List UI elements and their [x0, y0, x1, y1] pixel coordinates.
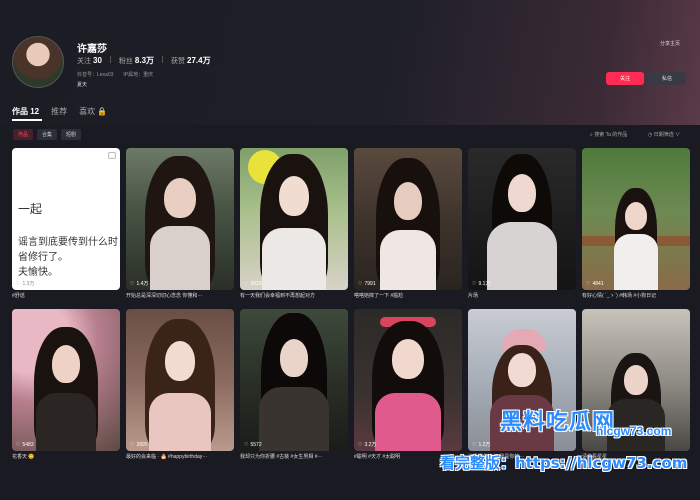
video-card[interactable]: ♡ 7991 嗒嗒她摔了一下 #尴尬: [354, 148, 462, 299]
profile-meta: 抖音号：Lexa03 IP属地：重庆: [77, 71, 153, 78]
chip-collections[interactable]: 合集: [37, 129, 58, 140]
ip-location: IP属地：重庆: [123, 72, 154, 78]
play-count: ♡ 5572: [244, 442, 262, 448]
video-thumbnail[interactable]: ♡ 5483: [12, 309, 120, 451]
tab-works[interactable]: 作品 12: [12, 106, 39, 117]
video-card[interactable]: 一起 谣言到底要传到什么时 省修行了。 夫愉快。 ♡ 1.3万 #舒谣: [12, 148, 120, 299]
video-caption: 最好的会来临 · 🎂 #happybirthday···: [126, 454, 208, 460]
stat-divider: [162, 56, 164, 63]
video-thumbnail[interactable]: ♡ 4841: [582, 148, 690, 290]
video-thumbnail[interactable]: ♡ 7991: [354, 148, 462, 290]
video-thumbnail[interactable]: ♡ 1.4万: [126, 148, 234, 290]
video-thumbnail[interactable]: ♡ 6023: [240, 148, 348, 290]
video-thumbnail[interactable]: ♡ 9.1万: [468, 148, 576, 290]
video-caption: #舒谣: [12, 293, 25, 299]
following-stat[interactable]: 关注 30: [77, 56, 102, 66]
video-card[interactable]: ♡ 4841 有好心情( ´_ゝ`) #韩场 #小狗日记: [582, 148, 690, 299]
chip-short-drama[interactable]: 短剧: [61, 129, 82, 140]
avatar[interactable]: [12, 36, 64, 88]
video-card[interactable]: ♡ 5483 花香天 😊: [12, 309, 120, 460]
play-count: ♡ 3.2万: [358, 441, 377, 449]
chip-works[interactable]: 作品: [13, 129, 34, 140]
video-card[interactable]: ♡ 6023 有一天我们会幸福到不再想起对方: [240, 148, 348, 299]
video-card[interactable]: ♡ 1.4万 开始总是深深切切心念念 你懂和···: [126, 148, 234, 299]
date-filter-dropdown[interactable]: ◷ 日期筛选 ∨: [648, 131, 680, 138]
play-count: ♡ 1.3万: [16, 280, 35, 288]
likes-stat: 获赞 27.4万: [171, 56, 211, 65]
followers-stat[interactable]: 粉丝 8.3万: [119, 55, 154, 66]
tab-likes[interactable]: 喜欢 🔒: [79, 106, 107, 117]
play-count: ♡ 4841: [586, 281, 604, 287]
tab-recommend[interactable]: 推荐: [51, 106, 67, 117]
play-count: ♡ 2895: [130, 442, 148, 448]
thumbnail-text: 一起: [18, 202, 43, 216]
stat-divider: [109, 56, 111, 63]
profile-stats: 关注 30 粉丝 8.3万 获赞 27.4万: [77, 55, 211, 66]
video-caption: 有一天我们会幸福到不再想起对方: [240, 293, 316, 299]
video-caption: 开始总是深深切切心念念 你懂和···: [126, 293, 203, 299]
follow-button[interactable]: 关注: [606, 72, 644, 85]
play-count: ♡ 6023: [244, 281, 262, 287]
heart-icon: ♡: [244, 281, 249, 287]
works-filter-chips: 作品 合集 短剧: [13, 129, 82, 140]
heart-icon: ♡: [586, 281, 591, 287]
thumbnail-text: 省修行了。: [18, 252, 68, 263]
video-card[interactable]: ♡ 3.2万 #聪明 #天才 #太聪明: [354, 309, 462, 460]
play-count: ♡ 1.4万: [130, 280, 149, 288]
video-card[interactable]: ♡ 9.1万 片场: [468, 148, 576, 299]
heart-icon: ♡: [244, 442, 249, 448]
video-thumbnail[interactable]: ♡ 5572: [240, 309, 348, 451]
play-count: ♡ 7991: [358, 281, 376, 287]
message-button[interactable]: 私信: [648, 72, 686, 85]
thumbnail-text: 谣言到底要传到什么时: [18, 237, 118, 248]
search-works-input[interactable]: ⌕ 搜索 Ta 的作品: [590, 131, 627, 138]
video-caption: 花香天 😊: [12, 454, 35, 460]
play-count: ♡ 1.2万: [472, 441, 491, 449]
video-thumbnail[interactable]: ♡ 3.2万: [354, 309, 462, 451]
heart-icon: ♡: [358, 281, 363, 287]
heart-icon: ♡: [130, 442, 135, 448]
watermark-domain: hlcgw73.com: [596, 424, 672, 438]
watermark-full-url: 看完整版：https://hlcgw73.com: [440, 454, 688, 472]
profile-bio: 夏天: [77, 82, 88, 88]
heart-icon: ♡: [16, 280, 21, 287]
video-thumbnail[interactable]: ♡ 2895: [126, 309, 234, 451]
video-caption: 我却只为你折腰 #古装 #女生男相 #···: [240, 454, 323, 460]
video-thumbnail[interactable]: 一起 谣言到底要传到什么时 省修行了。 夫愉快。 ♡ 1.3万: [12, 148, 120, 290]
account-id: 抖音号：Lexa03: [77, 72, 114, 78]
heart-icon: ♡: [130, 280, 135, 287]
video-caption: 有好心情( ´_ゝ`) #韩场 #小狗日记: [582, 293, 657, 299]
video-card[interactable]: ♡ 2895 最好的会来临 · 🎂 #happybirthday···: [126, 309, 234, 460]
note-icon: [108, 152, 116, 159]
video-card[interactable]: ♡ 5572 我却只为你折腰 #古装 #女生男相 #···: [240, 309, 348, 460]
video-caption: 嗒嗒她摔了一下 #尴尬: [354, 293, 404, 299]
play-count: ♡ 9.1万: [472, 280, 491, 288]
tab-active-indicator: [12, 119, 42, 121]
video-caption: 片场: [468, 293, 479, 299]
heart-icon: ♡: [358, 441, 363, 448]
profile-name: 许嘉莎: [77, 44, 107, 55]
thumbnail-text: 夫愉快。: [18, 267, 58, 278]
play-count: ♡ 5483: [16, 442, 34, 448]
share-profile-link[interactable]: 分享主页: [660, 40, 680, 47]
heart-icon: ♡: [472, 280, 477, 287]
profile-tabs: 作品 12 推荐 喜欢 🔒: [12, 106, 107, 117]
video-card[interactable]: ♡ 1.2万 这是雪的尚初,我是你的···: [468, 309, 576, 460]
heart-icon: ♡: [16, 442, 21, 448]
heart-icon: ♡: [472, 441, 477, 448]
